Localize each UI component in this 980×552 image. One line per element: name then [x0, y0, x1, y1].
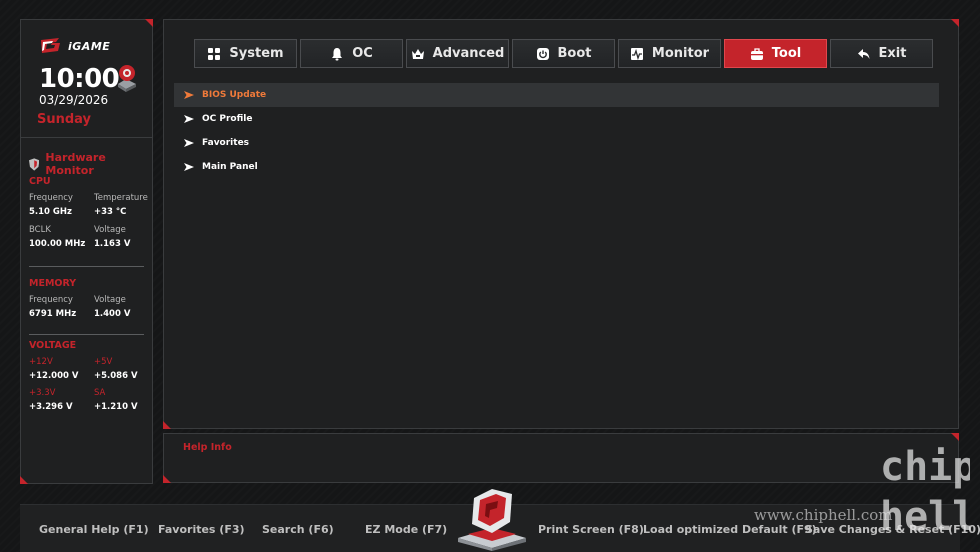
tab-label: System	[229, 46, 284, 61]
main-panel: System OC Advanced Boot Monitor Tool Exi…	[163, 19, 959, 429]
watermark-hell-text: hell	[880, 494, 970, 540]
menu-item-favorites[interactable]: Favorites	[174, 131, 939, 155]
help-info-title: Help Info	[183, 442, 232, 453]
power-icon	[536, 47, 549, 60]
voltage-5v-label: +5V	[94, 357, 113, 367]
memory-frequency-label: Frequency	[29, 295, 73, 305]
menu-item-label: OC Profile	[202, 114, 253, 124]
tool-menu-list: BIOS Update OC Profile Favorites Main Pa…	[174, 83, 939, 179]
clock-date: 03/29/2026	[39, 93, 109, 107]
corner-accent	[20, 476, 28, 484]
igame-emblem-icon	[458, 489, 526, 551]
menu-item-main-panel[interactable]: Main Panel	[174, 155, 939, 179]
divider	[21, 137, 152, 138]
corner-accent	[163, 421, 171, 429]
back-arrow-icon	[857, 48, 870, 59]
load-default-button[interactable]: Load optimized Default (F9)	[643, 523, 817, 536]
hardware-monitor-title: Hardware Monitor	[45, 151, 106, 177]
general-help-button[interactable]: General Help (F1)	[39, 523, 149, 536]
tab-label: Exit	[878, 46, 907, 61]
memory-section-title: MEMORY	[29, 278, 77, 289]
clock-day: Sunday	[37, 112, 92, 127]
menu-item-label: Main Panel	[202, 162, 258, 172]
chiphell-watermark-icon: chip hell	[880, 444, 970, 540]
voltage-3v3-label: +3.3V	[29, 388, 56, 398]
menu-item-label: BIOS Update	[202, 90, 267, 100]
hardware-sidebar: iGAME 10:00 03/29/2026 Sunday Hardware M…	[20, 19, 153, 484]
menu-item-label: Favorites	[202, 138, 250, 148]
favorites-button[interactable]: Favorites (F3)	[158, 523, 245, 536]
corner-accent	[163, 475, 171, 483]
grid-icon	[208, 47, 221, 60]
help-info-panel: Help Info	[163, 433, 959, 483]
brand-logo-text: iGAME	[68, 39, 111, 53]
voltage-3v3-value: +3.296 V	[29, 402, 73, 412]
tab-oc[interactable]: OC	[300, 39, 403, 68]
arrow-right-icon	[184, 139, 194, 147]
voltage-section-title: VOLTAGE	[29, 340, 77, 351]
cpu-voltage-value: 1.163 V	[94, 239, 131, 249]
cpu-frequency-value: 5.10 GHz	[29, 207, 72, 217]
tab-system[interactable]: System	[194, 39, 297, 68]
bell-icon	[332, 47, 343, 60]
search-button[interactable]: Search (F6)	[262, 523, 334, 536]
watermark-chip-text: chip	[880, 444, 970, 490]
divider	[29, 334, 144, 335]
menu-item-oc-profile[interactable]: OC Profile	[174, 107, 939, 131]
tab-advanced[interactable]: Advanced	[406, 39, 509, 68]
crown-icon	[411, 48, 424, 59]
hardware-monitor-header: Hardware Monitor	[29, 151, 152, 177]
tab-label: OC	[352, 46, 373, 61]
tab-label: Boot	[557, 46, 592, 61]
voltage-12v-value: +12.000 V	[29, 371, 79, 381]
arrow-right-icon	[184, 91, 194, 99]
tab-label: Tool	[771, 46, 802, 61]
ez-mode-button[interactable]: EZ Mode (F7)	[365, 523, 447, 536]
mascot-icon	[118, 65, 136, 92]
corner-accent	[951, 19, 959, 27]
corner-accent	[145, 19, 153, 27]
pulse-icon	[630, 47, 643, 60]
tab-tool[interactable]: Tool	[724, 39, 827, 68]
memory-frequency-value: 6791 MHz	[29, 309, 77, 319]
memory-voltage-label: Voltage	[94, 295, 126, 305]
tab-label: Monitor	[651, 46, 710, 61]
divider	[29, 266, 144, 267]
voltage-sa-value: +1.210 V	[94, 402, 138, 412]
memory-voltage-value: 1.400 V	[94, 309, 131, 319]
cpu-temperature-value: +33 °C	[94, 207, 127, 217]
tab-exit[interactable]: Exit	[830, 39, 933, 68]
arrow-right-icon	[184, 163, 194, 171]
brand-logo: iGAME	[39, 38, 110, 54]
voltage-12v-label: +12V	[29, 357, 53, 367]
tab-label: Advanced	[432, 46, 505, 61]
voltage-sa-label: SA	[94, 388, 106, 398]
cpu-bclk-value: 100.00 MHz	[29, 239, 86, 249]
tab-bar: System OC Advanced Boot Monitor Tool Exi…	[194, 39, 933, 68]
clock-time: 10:00	[39, 64, 120, 94]
menu-item-bios-update[interactable]: BIOS Update	[174, 83, 939, 107]
watermark-url: www.chiphell.com	[754, 506, 893, 524]
toolbox-icon	[750, 47, 763, 60]
cpu-section-title: CPU	[29, 176, 51, 187]
print-screen-button[interactable]: Print Screen (F8)	[538, 523, 644, 536]
igame-logo-icon	[41, 38, 60, 53]
shield-icon	[29, 157, 40, 171]
arrow-right-icon	[184, 115, 194, 123]
voltage-5v-value: +5.086 V	[94, 371, 138, 381]
cpu-temperature-label: Temperature	[94, 193, 148, 203]
tab-monitor[interactable]: Monitor	[618, 39, 721, 68]
cpu-frequency-label: Frequency	[29, 193, 73, 203]
cpu-bclk-label: BCLK	[29, 225, 51, 235]
tab-boot[interactable]: Boot	[512, 39, 615, 68]
cpu-voltage-label: Voltage	[94, 225, 126, 235]
